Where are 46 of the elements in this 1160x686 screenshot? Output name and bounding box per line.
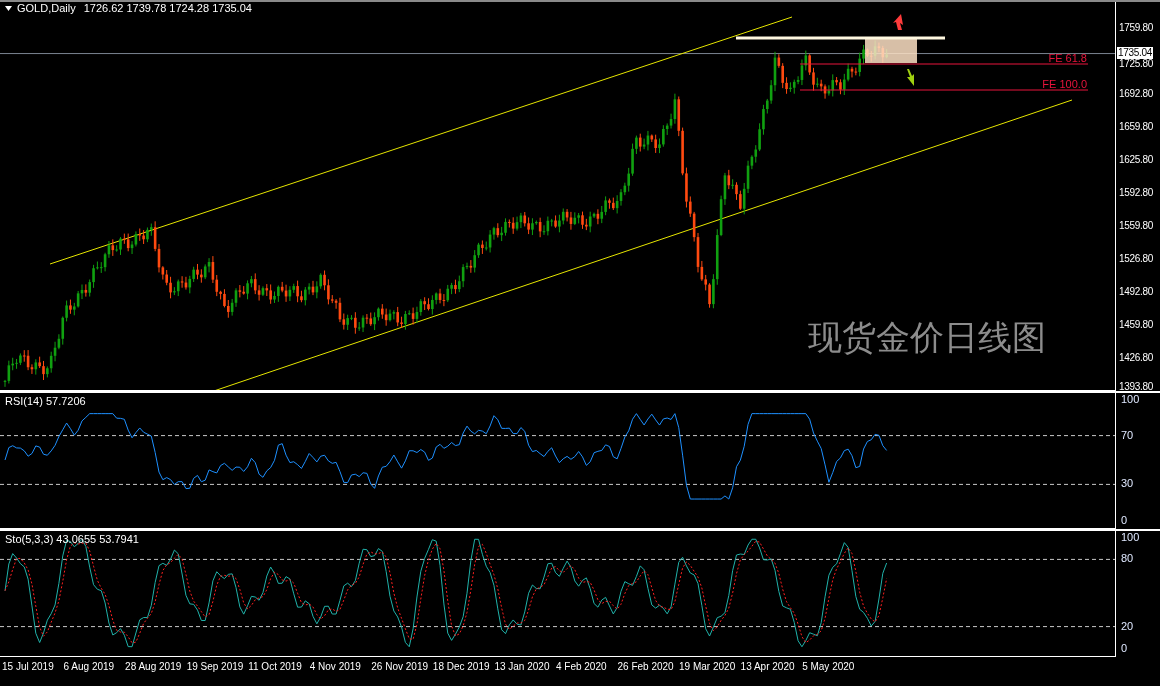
indicator-label: Sto(5,3,3) 43.0655 53.7941	[5, 534, 139, 545]
price-tick-label: 1659.80	[1119, 122, 1154, 132]
ohlc-values: 1726.62 1739.78 1724.28 1735.04	[83, 3, 252, 14]
date-tick-label: 26 Feb 2020	[617, 662, 674, 672]
date-tick-label: 11 Oct 2019	[248, 662, 302, 672]
price-tick-label: 1759.80	[1119, 23, 1154, 33]
price-tick-label: 1625.80	[1119, 155, 1154, 165]
chart-caption: 现货金价日线图	[808, 320, 1046, 354]
symbol-label: GOLD,Daily	[17, 3, 76, 14]
fibonacci-level-label: FE 61.8	[1048, 53, 1087, 64]
price-tick-label: 1592.80	[1119, 188, 1154, 198]
price-tick-label: 1725.80	[1119, 59, 1154, 69]
date-tick-label: 18 Dec 2019	[432, 662, 490, 672]
date-tick-label: 5 May 2020	[802, 662, 855, 672]
price-tick-label: 1559.80	[1119, 221, 1154, 231]
date-tick-label: 6 Aug 2019	[63, 662, 115, 672]
dropdown-triangle-icon[interactable]	[5, 6, 12, 11]
indicator-label: RSI(14) 57.7206	[5, 396, 86, 407]
date-tick-label: 26 Nov 2019	[371, 662, 428, 672]
indicator-tick-label: 0	[1121, 643, 1128, 654]
up-arrow-icon	[893, 14, 903, 30]
indicator-tick-label: 20	[1121, 620, 1134, 632]
indicator-tick-label: 70	[1121, 429, 1134, 441]
price-tick-label: 1692.80	[1119, 89, 1154, 99]
indicator-tick-label: 100	[1121, 394, 1140, 405]
target-zone-rectangle	[865, 39, 917, 63]
date-tick-label: 13 Apr 2020	[740, 662, 795, 672]
price-tick-label: 1393.80	[1119, 382, 1154, 392]
price-tick-label: 1526.80	[1119, 254, 1154, 264]
indicator-tick-label: 100	[1121, 532, 1140, 543]
indicator-tick-label: 80	[1121, 553, 1134, 565]
fibonacci-level-label: FE 100.0	[1042, 79, 1087, 90]
date-tick-label: 15 Jul 2019	[2, 662, 54, 672]
price-tick-label: 1492.80	[1119, 287, 1154, 297]
indicator-tick-label: 0	[1121, 515, 1128, 526]
date-tick-label: 28 Aug 2019	[125, 662, 182, 672]
price-tick-label: 1459.80	[1119, 320, 1154, 330]
date-tick-label: 4 Nov 2019	[309, 662, 361, 672]
current-price-tag: 1735.04	[1117, 46, 1154, 59]
indicator-tick-label: 30	[1121, 478, 1134, 490]
date-tick-label: 19 Mar 2020	[679, 662, 736, 672]
price-tick-label: 1426.80	[1119, 353, 1154, 363]
date-tick-label: 13 Jan 2020	[494, 662, 550, 672]
date-tick-label: 19 Sep 2019	[186, 662, 244, 672]
down-arrow-icon	[907, 69, 914, 86]
date-tick-label: 4 Feb 2020	[555, 662, 607, 672]
